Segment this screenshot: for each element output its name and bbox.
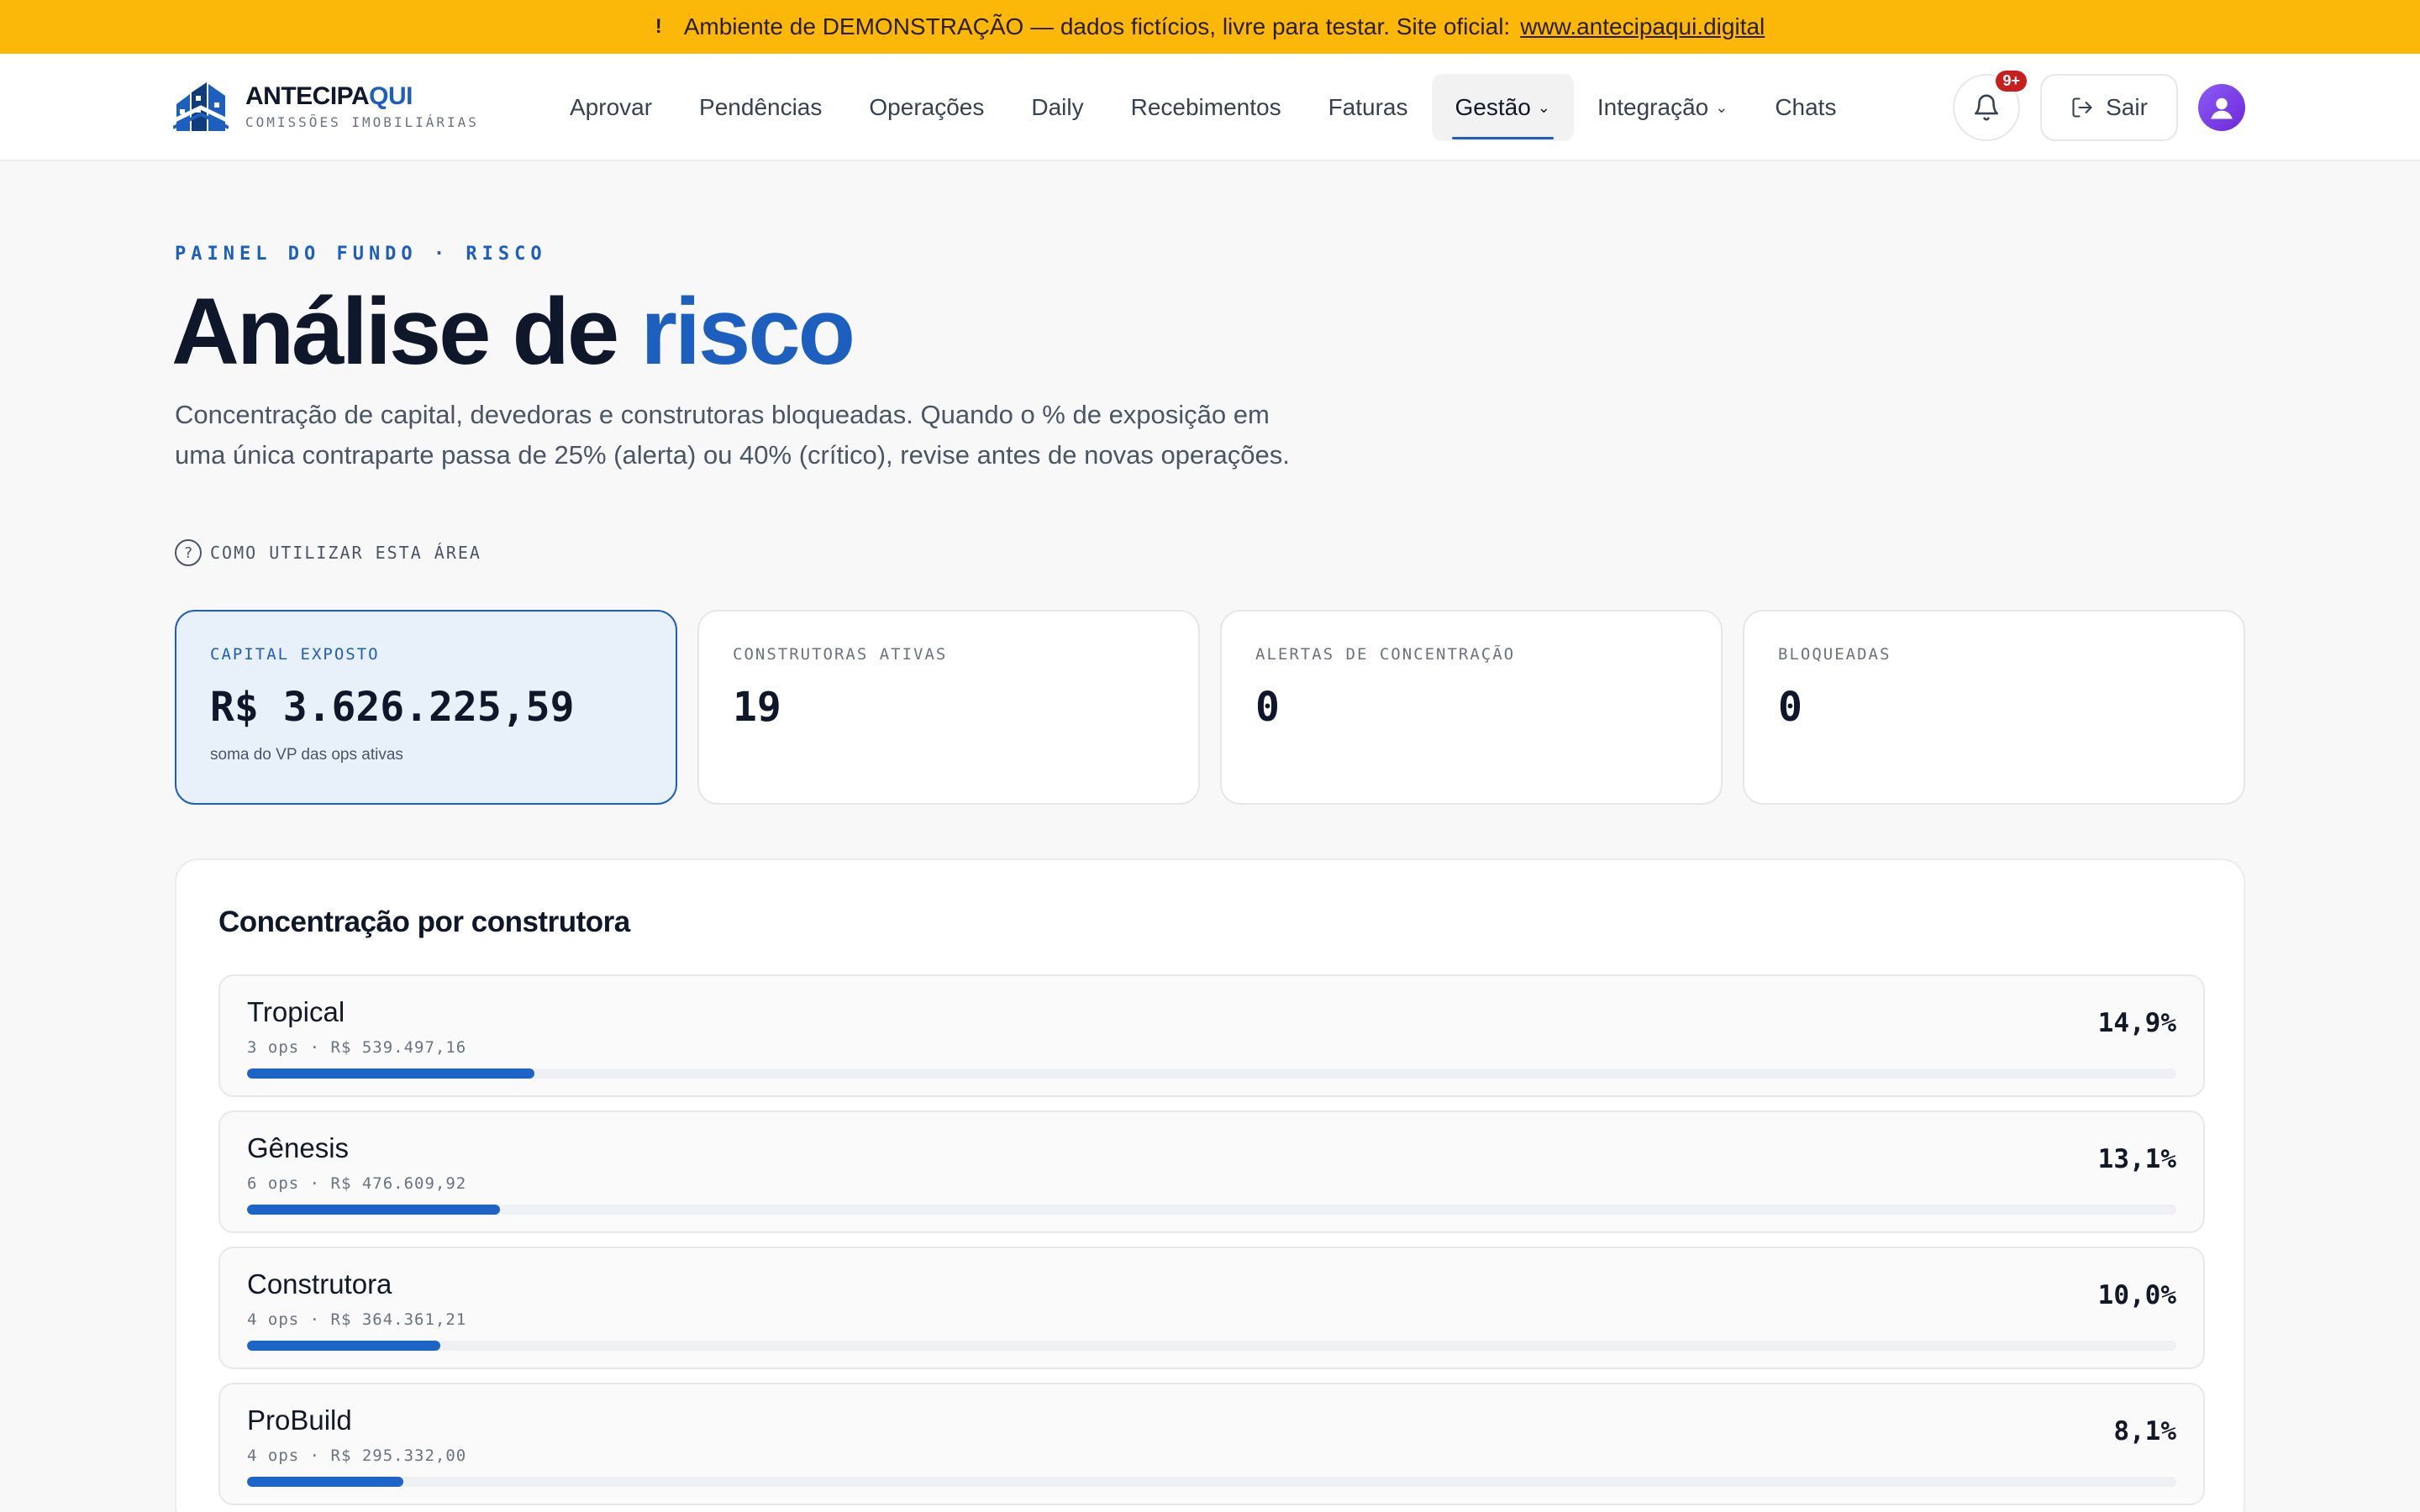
construtora-row[interactable]: Gênesis 6 ops · R$ 476.609,92 13,1% [218, 1110, 2205, 1233]
concentration-bar [247, 1205, 2176, 1215]
stat-label: BLOQUEADAS [1778, 645, 1891, 664]
notification-count-badge: 9+ [1996, 71, 2027, 92]
nav-recebimentos[interactable]: Recebimentos [1107, 74, 1305, 141]
stat-alertas-concentracao: ALERTAS DE CONCENTRAÇÃO 0 [1220, 610, 1723, 805]
construtora-name: ProBuild [247, 1404, 352, 1436]
stat-value: R$ 3.626.225,59 [210, 684, 575, 731]
construtora-row[interactable]: ProBuild 4 ops · R$ 295.332,00 8,1% [218, 1383, 2205, 1505]
concentration-bar-fill [247, 1205, 500, 1215]
concentration-bar [247, 1068, 2176, 1079]
construtora-percent: 14,9% [2097, 1008, 2176, 1038]
stat-bloqueadas: BLOQUEADAS 0 [1743, 610, 2245, 805]
bell-icon [1974, 94, 1999, 121]
help-link[interactable]: ? COMO UTILIZAR ESTA ÁREA [175, 539, 481, 566]
demo-banner: ! Ambiente de DEMONSTRAÇÃO — dados fictí… [0, 0, 2420, 54]
warning-icon: ! [655, 15, 662, 38]
stat-capital-exposto: CAPITAL EXPOSTO R$ 3.626.225,59 soma do … [175, 610, 677, 805]
help-label: COMO UTILIZAR ESTA ÁREA [210, 543, 481, 563]
stat-construtoras-ativas: CONSTRUTORAS ATIVAS 19 [697, 610, 1200, 805]
nav-integracao-label: Integração [1597, 94, 1709, 120]
construtora-meta: 4 ops · R$ 364.361,21 [247, 1310, 467, 1329]
chevron-down-icon: ⌄ [1537, 98, 1550, 116]
brand-logo[interactable]: ANTECIPAQUI COMISSÕES IMOBILIÁRIAS [173, 79, 479, 133]
construtora-name: Tropical [247, 996, 345, 1027]
construtora-percent: 8,1% [2113, 1416, 2176, 1446]
stat-value: 0 [1778, 684, 1802, 731]
nav-aprovar[interactable]: Aprovar [546, 74, 676, 141]
user-avatar[interactable] [2198, 84, 2245, 131]
construtora-meta: 3 ops · R$ 539.497,16 [247, 1038, 467, 1057]
nav-operacoes[interactable]: Operações [845, 74, 1007, 141]
concentration-bar [247, 1341, 2176, 1351]
concentration-panel: Concentração por construtora Tropical 3 … [175, 858, 2245, 1512]
construtora-name: Gênesis [247, 1132, 350, 1163]
logout-button[interactable]: Sair [2040, 74, 2178, 141]
chevron-down-icon: ⌄ [1715, 98, 1728, 116]
stat-value: 19 [733, 684, 781, 731]
logout-label: Sair [2106, 94, 2148, 120]
nav-daily[interactable]: Daily [1007, 74, 1107, 141]
construtora-row[interactable]: Tropical 3 ops · R$ 539.497,16 14,9% [218, 974, 2205, 1097]
brand-subtitle: COMISSÕES IMOBILIÁRIAS [245, 113, 479, 130]
construtora-meta: 4 ops · R$ 295.332,00 [247, 1446, 467, 1465]
top-navbar: ANTECIPAQUI COMISSÕES IMOBILIÁRIAS Aprov… [0, 54, 2420, 161]
main-nav: Aprovar Pendências Operações Daily Receb… [546, 72, 1860, 143]
concentration-bar-fill [247, 1068, 535, 1079]
page-eyebrow: PAINEL DO FUNDO · RISCO [175, 244, 547, 265]
construtora-percent: 10,0% [2097, 1280, 2176, 1310]
construtora-row[interactable]: Construtora 4 ops · R$ 364.361,21 10,0% [218, 1247, 2205, 1369]
banner-text: Ambiente de DEMONSTRAÇÃO — dados fictíci… [683, 13, 1511, 39]
official-site-link[interactable]: www.antecipaqui.digital [1520, 13, 1765, 40]
construtora-name: Construtora [247, 1268, 392, 1299]
nav-faturas[interactable]: Faturas [1305, 74, 1432, 141]
nav-chats[interactable]: Chats [1751, 74, 1860, 141]
stat-note: soma do VP das ops ativas [210, 746, 403, 764]
stat-value: 0 [1255, 684, 1280, 731]
panel-title: Concentração por construtora [218, 906, 630, 938]
nav-gestao[interactable]: Gestão ⌄ [1431, 74, 1574, 141]
page-description: Concentração de capital, devedoras e con… [175, 400, 1290, 470]
nav-gestao-label: Gestão [1455, 94, 1531, 120]
user-icon [2211, 97, 2233, 119]
nav-pendencias[interactable]: Pendências [676, 74, 845, 141]
concentration-bar-fill [247, 1477, 403, 1487]
construtora-percent: 13,1% [2097, 1144, 2176, 1174]
question-icon: ? [175, 539, 202, 566]
stat-label: ALERTAS DE CONCENTRAÇÃO [1255, 645, 1516, 664]
nav-integracao[interactable]: Integração ⌄ [1574, 74, 1751, 141]
brand-name: ANTECIPAQUI [245, 81, 413, 110]
stat-label: CONSTRUTORAS ATIVAS [733, 645, 948, 664]
concentration-bar-fill [247, 1341, 440, 1351]
concentration-bar [247, 1477, 2176, 1487]
notifications-button[interactable]: 9+ [1953, 71, 2027, 141]
logout-icon [2072, 97, 2092, 118]
building-logo-icon [173, 82, 229, 131]
stat-label: CAPITAL EXPOSTO [210, 645, 380, 664]
page-title: Análise de risco [171, 279, 855, 384]
construtora-meta: 6 ops · R$ 476.609,92 [247, 1174, 467, 1193]
